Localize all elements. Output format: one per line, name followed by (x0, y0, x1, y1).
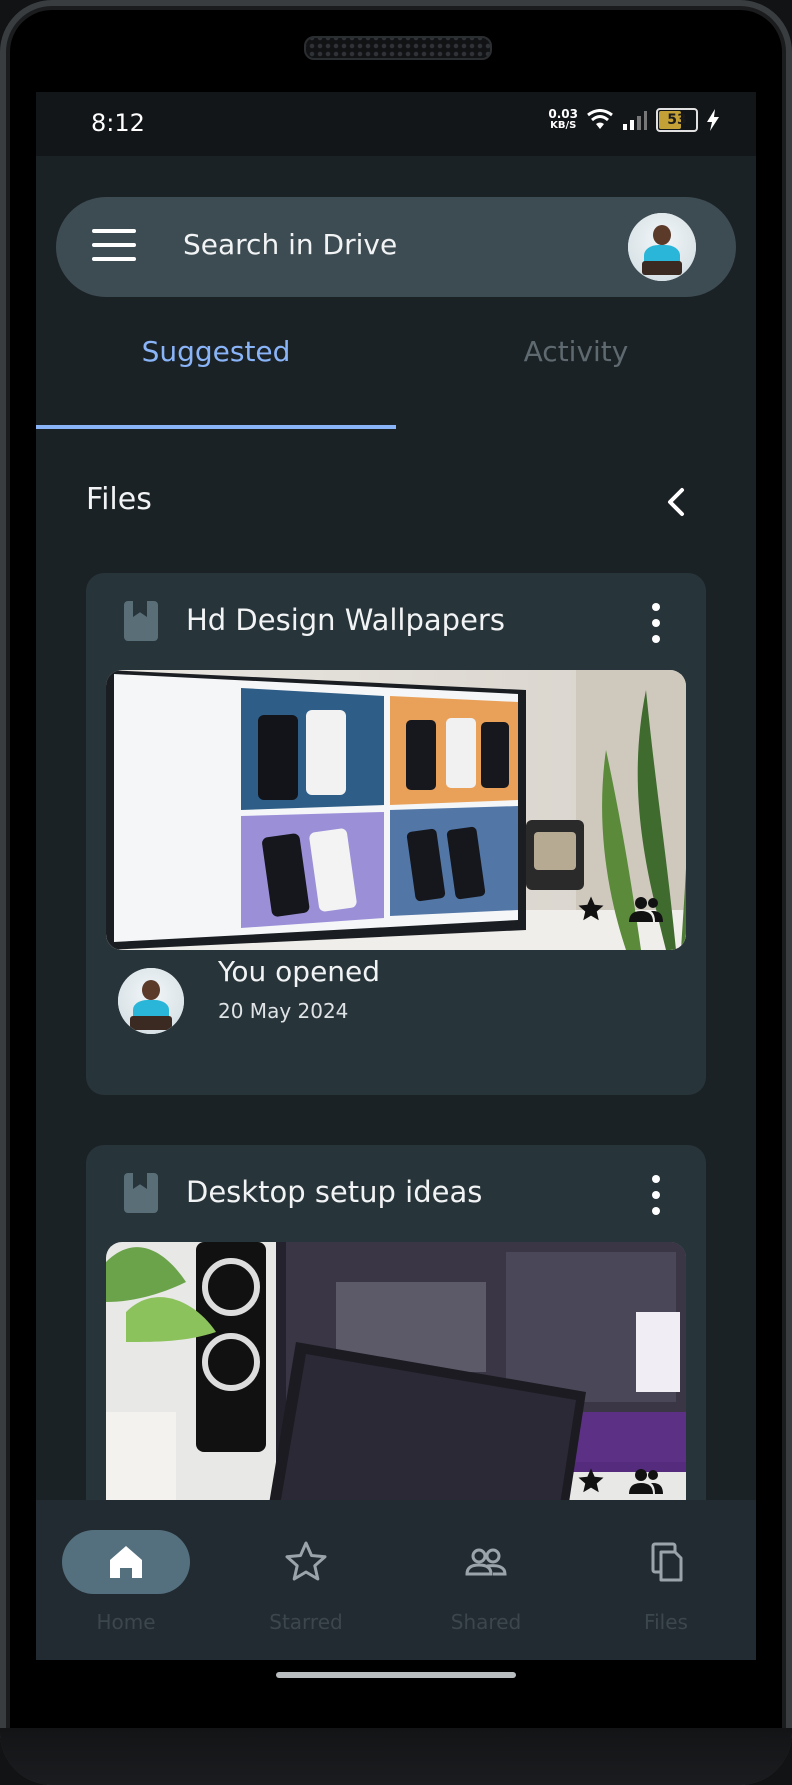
battery-icon: 53 (656, 108, 698, 132)
opened-date: 20 May 2024 (218, 999, 349, 1023)
nav-label: Starred (269, 1610, 343, 1634)
charging-icon (707, 109, 719, 131)
search-bar[interactable]: Search in Drive (56, 197, 736, 297)
status-time: 8:12 (91, 109, 145, 137)
tab-suggested[interactable]: Suggested (36, 322, 396, 384)
active-tab-indicator (36, 425, 396, 429)
wifi-icon (587, 109, 613, 129)
section-title: Files (86, 482, 152, 517)
home-indicator[interactable] (276, 1672, 516, 1678)
search-input[interactable]: Search in Drive (183, 228, 397, 261)
file-thumbnail[interactable] (106, 1242, 686, 1522)
signal-icon (623, 111, 647, 130)
files-icon (651, 1542, 683, 1582)
chevron-left-icon[interactable] (656, 482, 696, 522)
battery-level: 53 (667, 112, 687, 128)
phone-frame: 8:12 0.03 KB/S 53 Search in Drive Sugges… (0, 0, 792, 1785)
opened-label: You opened (218, 955, 381, 988)
net-speed-unit: KB/S (550, 120, 577, 131)
bottom-bezel (0, 1728, 792, 1785)
star-filled-icon[interactable] (576, 1466, 606, 1496)
nav-label: Files (644, 1610, 688, 1634)
people-icon (465, 1548, 507, 1576)
shared-people-icon[interactable] (628, 894, 664, 924)
status-indicators: 0.03 KB/S 53 (548, 108, 720, 132)
user-avatar (118, 968, 184, 1034)
file-title: Desktop setup ideas (186, 1175, 483, 1209)
document-icon (124, 601, 158, 641)
nav-home[interactable]: Home (36, 1500, 216, 1660)
more-options-icon[interactable] (652, 603, 660, 643)
star-icon (285, 1541, 327, 1581)
star-filled-icon[interactable] (576, 894, 606, 924)
home-icon (110, 1546, 142, 1578)
net-speed-value: 0.03 (548, 107, 578, 121)
earpiece-speaker (304, 36, 492, 60)
bottom-navigation: Home Starred Shared Files (36, 1500, 756, 1660)
nav-starred[interactable]: Starred (216, 1500, 396, 1660)
file-card[interactable]: Hd Design Wallpapers You opened 20 May 2… (86, 573, 706, 1095)
tab-activity[interactable]: Activity (396, 322, 756, 384)
nav-label: Shared (450, 1610, 522, 1634)
app-screen: 8:12 0.03 KB/S 53 Search in Drive Sugges… (36, 92, 756, 1660)
more-options-icon[interactable] (652, 1175, 660, 1215)
nav-shared[interactable]: Shared (396, 1500, 576, 1660)
thumbnail-badges (576, 894, 664, 924)
shared-people-icon[interactable] (628, 1466, 664, 1496)
net-speed: 0.03 KB/S (548, 108, 578, 132)
file-thumbnail[interactable] (106, 670, 686, 950)
tab-bar: Suggested Activity (36, 322, 756, 384)
thumbnail-badges (576, 1466, 664, 1496)
account-avatar[interactable] (628, 213, 696, 281)
nav-label: Home (96, 1610, 156, 1634)
hamburger-menu-icon[interactable] (92, 229, 136, 261)
status-bar: 8:12 0.03 KB/S 53 (36, 92, 756, 156)
file-title: Hd Design Wallpapers (186, 603, 505, 637)
document-icon (124, 1173, 158, 1213)
nav-files[interactable]: Files (576, 1500, 756, 1660)
